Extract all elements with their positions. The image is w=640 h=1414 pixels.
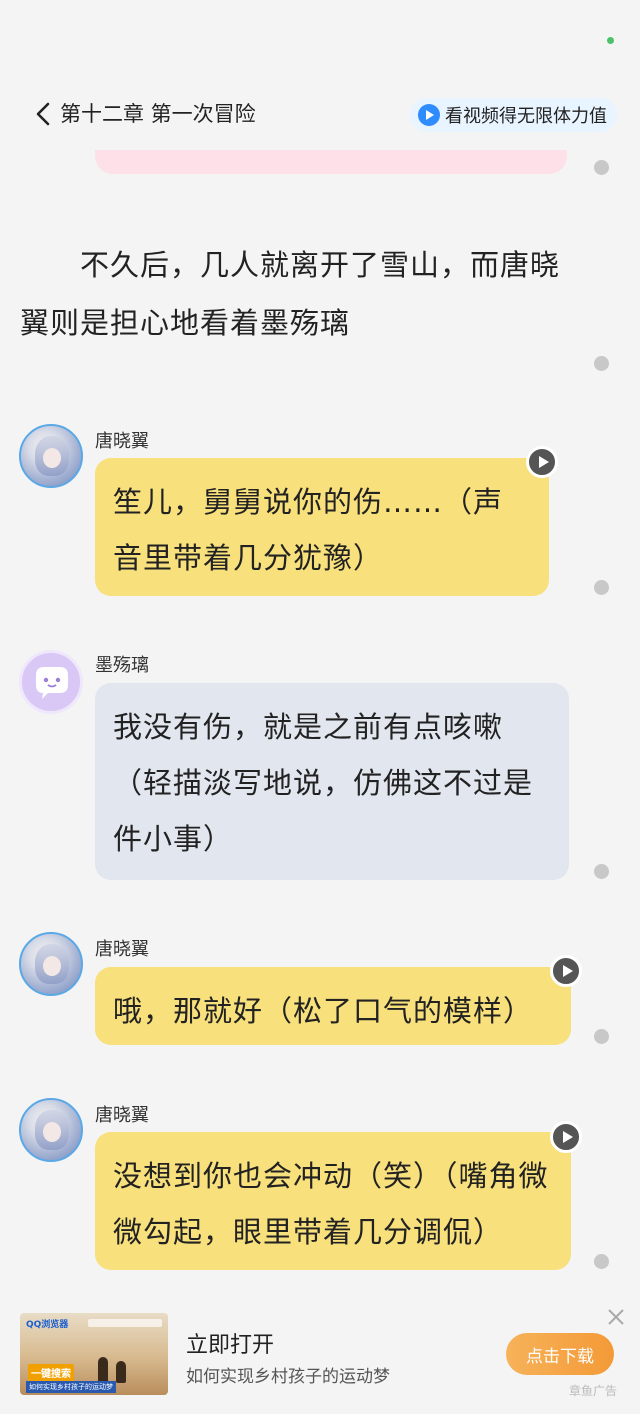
avatar[interactable]: [19, 1098, 83, 1162]
comment-dot[interactable]: [594, 1029, 609, 1044]
ad-description: 如何实现乡村孩子的运动梦: [186, 1367, 390, 1387]
speaker-name: 唐晓翼: [95, 939, 149, 960]
audio-play-button[interactable]: [550, 955, 582, 987]
audio-play-button[interactable]: [550, 1121, 582, 1153]
message-bubble: 哦，那就好（松了口气的模样）: [95, 967, 571, 1045]
speaker-name: 墨殇璃: [95, 655, 149, 676]
avatar[interactable]: [19, 650, 83, 714]
narration-text: 不久后，几人就离开了雪山，而唐晓翼则是担心地看着墨殇璃: [20, 248, 561, 340]
chapter-title: 第十二章 第一次冒险: [60, 102, 256, 126]
ad-thumb-logo: QQ浏览器: [26, 1320, 69, 1330]
status-indicator: [607, 37, 614, 44]
ad-source-label: 章鱼广告: [569, 1384, 618, 1398]
close-icon[interactable]: [605, 1306, 627, 1328]
message-bubble: 笙儿，舅舅说你的伤……（声音里带着几分犹豫）: [95, 458, 549, 596]
message-bubble: 我没有伤，就是之前有点咳嗽（轻描淡写地说，仿佛这不过是件小事）: [95, 683, 569, 880]
play-icon: [418, 104, 440, 126]
comment-dot[interactable]: [594, 160, 609, 175]
avatar[interactable]: [19, 932, 83, 996]
watch-video-label: 看视频得无限体力值: [445, 106, 607, 127]
watch-video-button[interactable]: 看视频得无限体力值: [410, 98, 617, 132]
message-bubble: 没想到你也会冲动（笑）（嘴角微微勾起，眼里带着几分调侃）: [95, 1132, 571, 1270]
ad-title[interactable]: 立即打开: [186, 1327, 274, 1359]
comment-dot[interactable]: [594, 580, 609, 595]
audio-play-button[interactable]: [526, 446, 558, 478]
ad-thumb-subtitle: 如何实现乡村孩子的运动梦: [26, 1381, 116, 1393]
comment-dot[interactable]: [594, 864, 609, 879]
comment-dot[interactable]: [594, 1254, 609, 1269]
speaker-name: 唐晓翼: [95, 431, 149, 452]
comment-dot[interactable]: [594, 356, 609, 371]
ad-thumbnail[interactable]: QQ浏览器 一键搜索 如何实现乡村孩子的运动梦: [20, 1313, 168, 1395]
speaker-name: 唐晓翼: [95, 1105, 149, 1126]
back-arrow-icon[interactable]: [30, 100, 58, 128]
ad-thumb-keyword: 一键搜索: [28, 1364, 74, 1381]
ad-download-button[interactable]: 点击下载: [506, 1333, 614, 1375]
previous-message-bubble: [95, 150, 567, 174]
avatar[interactable]: [19, 424, 83, 488]
